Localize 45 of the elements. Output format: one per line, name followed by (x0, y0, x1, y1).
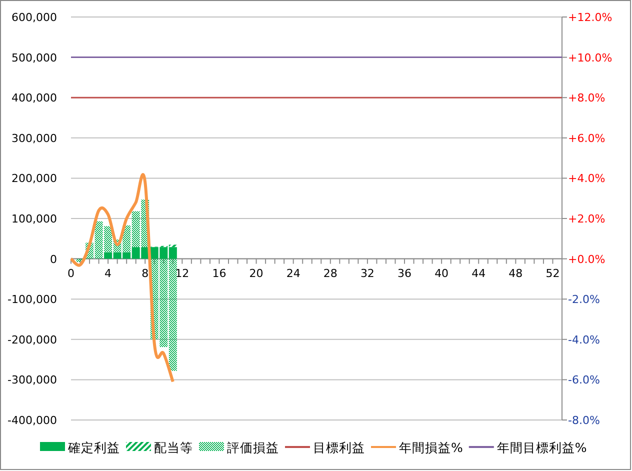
axis-label: -2.0% (568, 293, 600, 306)
axis-label: 40 (434, 266, 449, 280)
legend-label: 確定利益 (68, 440, 120, 455)
axis-label: 0 (68, 266, 74, 280)
axis-label: 24 (286, 266, 300, 280)
legend-key-icon (40, 442, 65, 451)
axis-label: -4.0% (568, 333, 600, 346)
axis-label: +12.0% (568, 11, 612, 24)
legend-label: 目標利益 (313, 440, 365, 455)
axis-label: -8.0% (568, 414, 600, 427)
axis-label: 400,000 (12, 92, 57, 105)
axis-label: 4 (104, 266, 112, 280)
axis-label: +4.0% (568, 172, 606, 186)
axis-label: 200,000 (12, 172, 57, 186)
axis-label: 16 (212, 266, 226, 280)
axis-label: +10.0% (568, 51, 612, 64)
axis-label: 600,000 (12, 11, 57, 24)
axis-label: +0.0% (568, 252, 606, 266)
legend-key-icon (126, 442, 151, 451)
axis-label: 12 (175, 266, 190, 280)
axis-label: 44 (472, 266, 486, 280)
legend-label: 配当等 (154, 440, 193, 455)
axis-label: 300,000 (12, 132, 57, 145)
axis-label: 20 (249, 266, 264, 280)
axis-label: +6.0% (568, 132, 606, 145)
axis-label: 0 (50, 252, 57, 266)
axis-label: 36 (398, 266, 412, 280)
axis-label: -100,000 (8, 293, 57, 306)
legend-label: 評価損益 (227, 440, 279, 455)
axis-label: -6.0% (568, 374, 600, 387)
axis-label: 52 (546, 266, 560, 280)
axis-label: -200,000 (8, 333, 57, 346)
axis-label: +2.0% (568, 212, 606, 226)
axis-label: 8 (142, 266, 149, 280)
legend-label: 年間損益% (399, 440, 463, 455)
axis-label: 48 (508, 266, 523, 280)
axis-label: 28 (323, 266, 338, 280)
legend-label: 年間目標利益% (496, 440, 587, 455)
axis-label: -300,000 (8, 374, 57, 387)
axis-label: 100,000 (12, 212, 57, 226)
legend-key-icon (199, 442, 224, 451)
axis-label: -400,000 (8, 414, 57, 427)
axis-label: +8.0% (568, 92, 606, 105)
axis-label: 500,000 (12, 51, 57, 64)
axis-label: 32 (360, 266, 374, 280)
